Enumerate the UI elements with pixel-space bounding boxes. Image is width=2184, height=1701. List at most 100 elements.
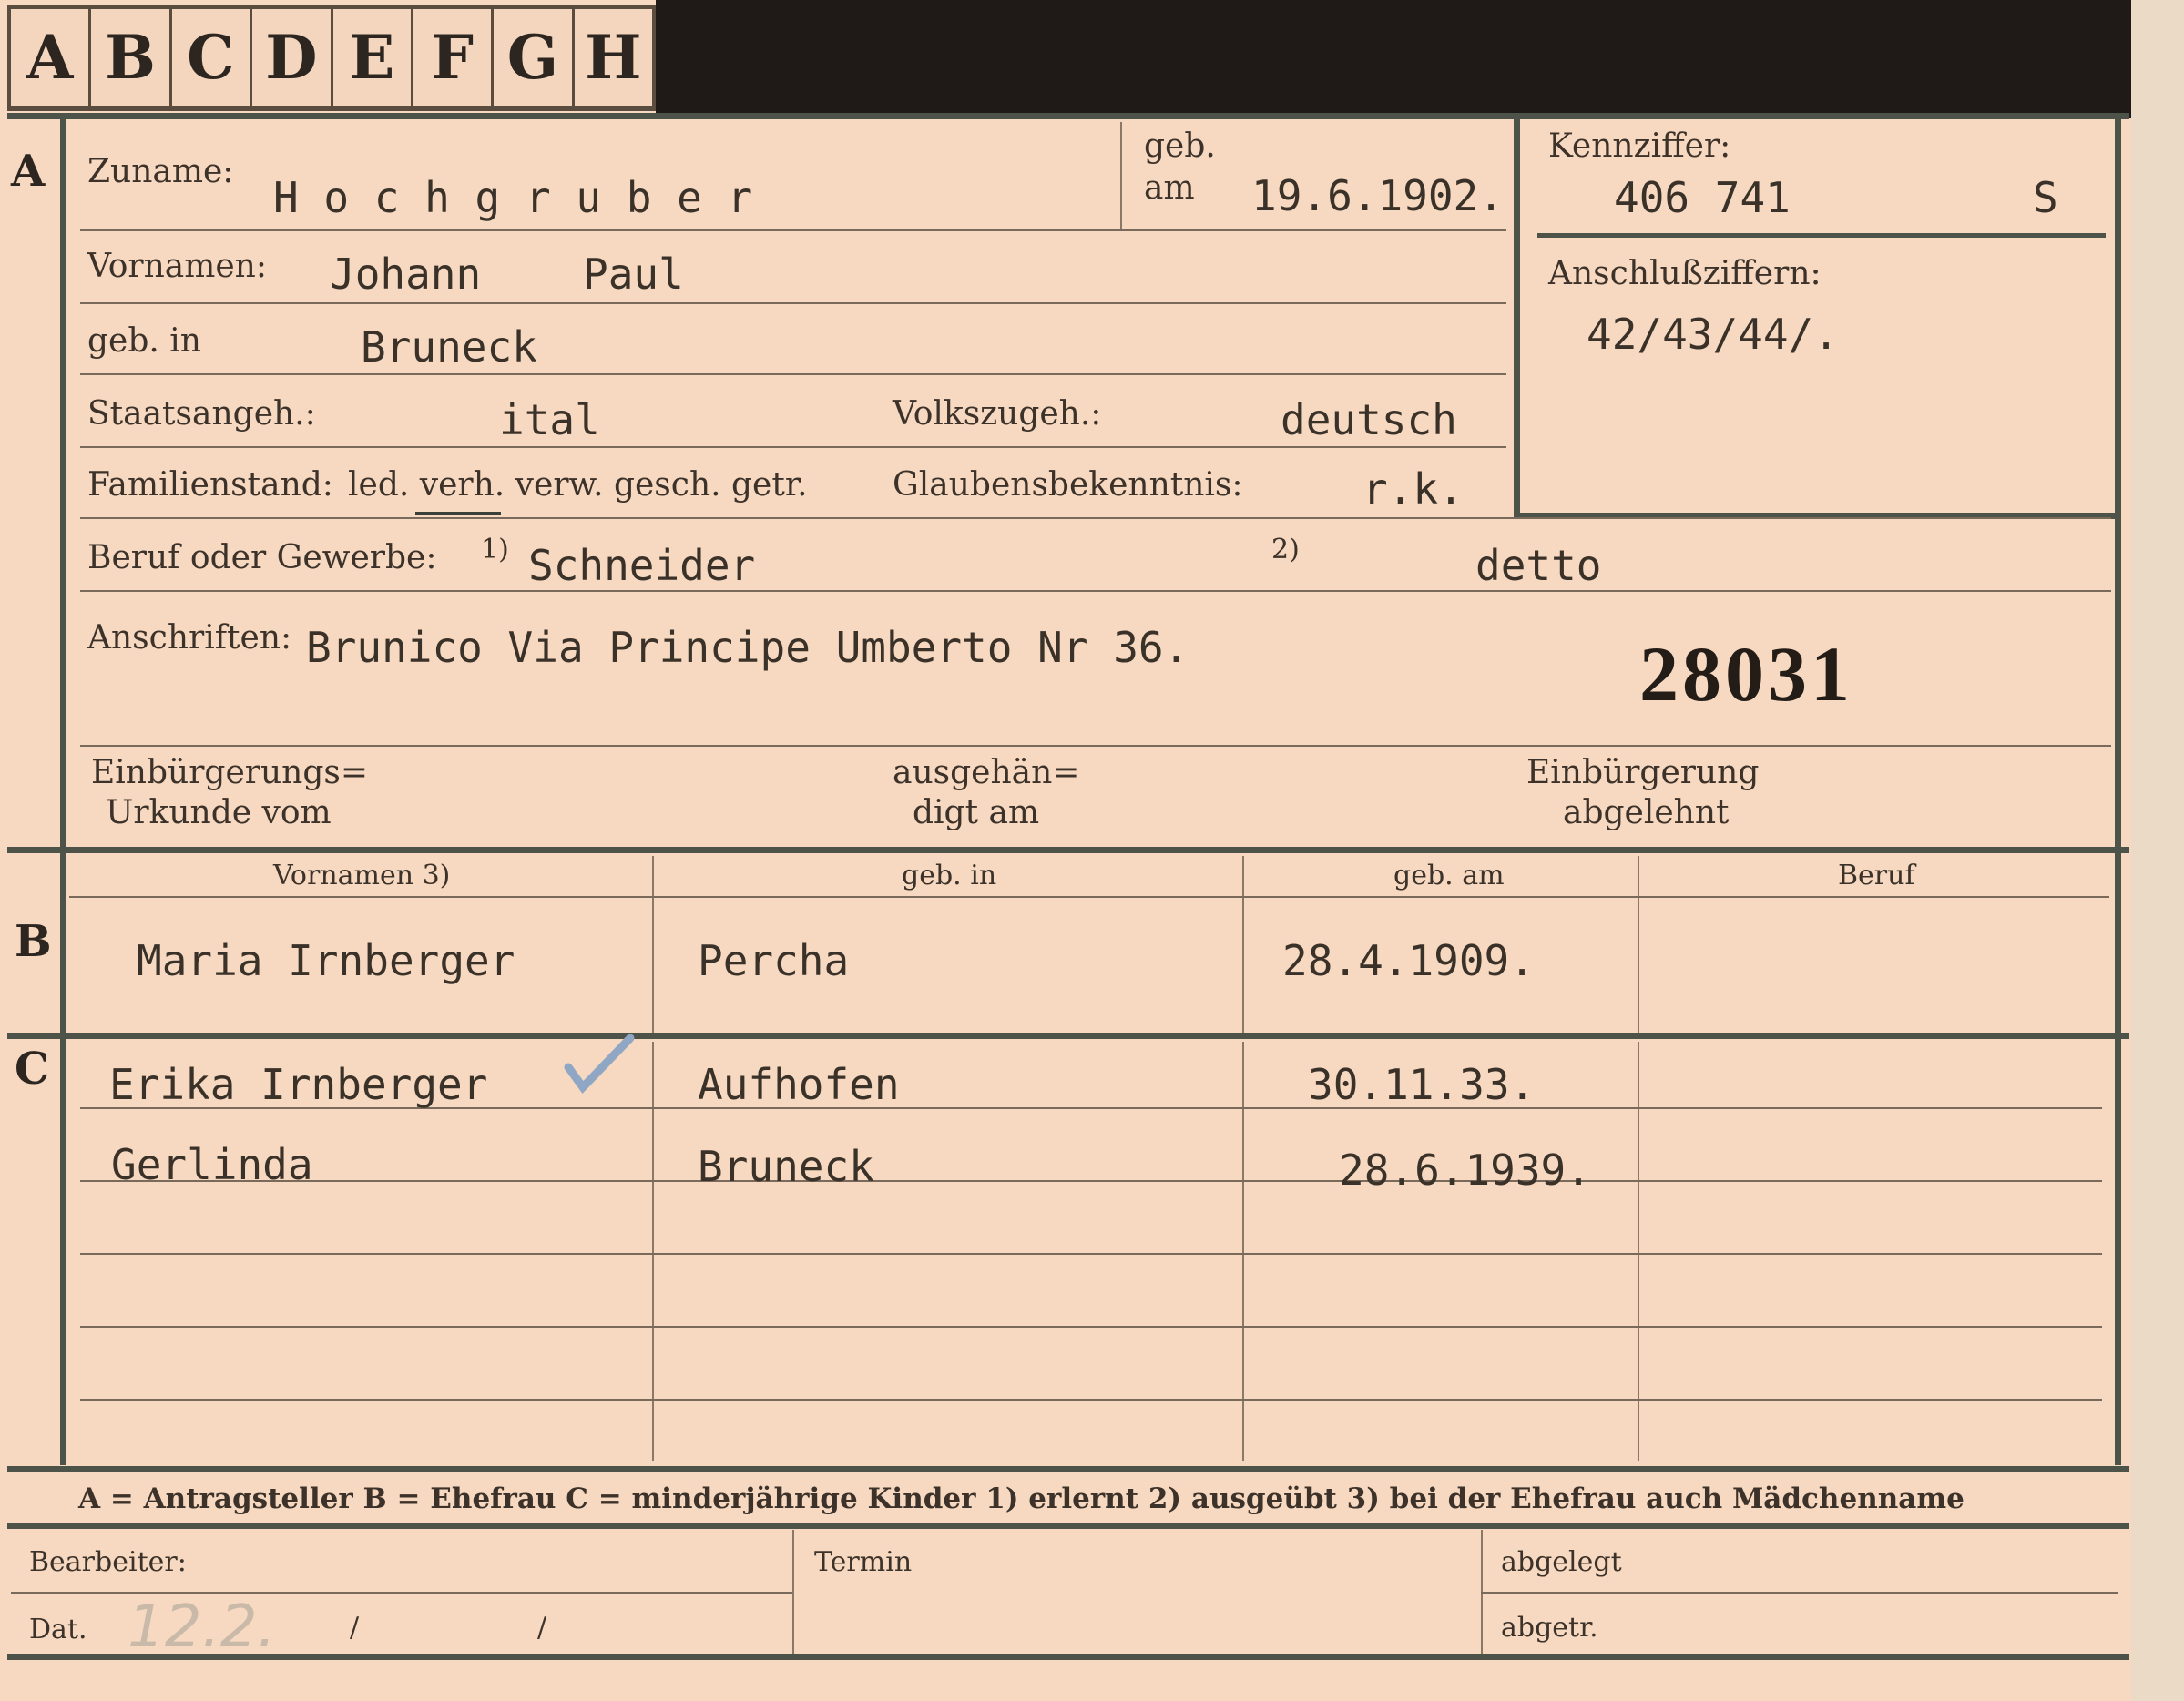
- deadline-label: Termin: [814, 1546, 913, 1578]
- citizenship-value: ital: [499, 395, 600, 444]
- tab-b: B: [91, 9, 172, 106]
- child-1-birthplace: Aufhofen: [698, 1060, 900, 1109]
- stamp-number: 28031: [1639, 630, 1853, 718]
- footer-divider-1: [792, 1530, 794, 1654]
- c-row-rule-5: [80, 1399, 2102, 1401]
- ethnicity-value: deutsch: [1281, 395, 1457, 444]
- legend-top: [7, 1466, 2129, 1472]
- section-b-top: [7, 847, 2129, 853]
- rule-job: [80, 590, 2111, 592]
- naturalization-label-2: Urkunde vom: [106, 794, 332, 831]
- handed-label-2: digt am: [913, 794, 1040, 831]
- tab-h: H: [585, 22, 642, 93]
- filed-label: abgelegt: [1501, 1546, 1622, 1578]
- rule-ident: [1537, 233, 2106, 238]
- given-names-label: Vornamen:: [87, 248, 267, 285]
- born-date: 19.6.1902.: [1251, 171, 1504, 220]
- legend-text: A = Antragsteller B = Ehefrau C = minder…: [78, 1482, 1965, 1515]
- ident-suffix: S: [2033, 173, 2058, 222]
- rule-birthplace: [80, 373, 1506, 375]
- born-label-am: am: [1144, 169, 1195, 207]
- background-right-margin: [2131, 0, 2184, 1701]
- child-2-name: Gerlinda: [111, 1140, 313, 1189]
- job-practiced: detto: [1475, 541, 1602, 590]
- child-2-birthplace: Bruneck: [698, 1142, 874, 1191]
- rejected-label-1: Einbürgerung: [1526, 754, 1760, 791]
- born-label-geb: geb.: [1144, 127, 1216, 165]
- tab-d: D: [252, 9, 333, 106]
- ident-value: 406 741: [1614, 173, 1791, 222]
- dark-background-top: [656, 0, 2184, 118]
- ident-box-left: [1514, 118, 1520, 519]
- handed-label-1: ausgehän=: [893, 754, 1080, 791]
- child-2-birthdate: 28.6.1939.: [1339, 1146, 1591, 1195]
- b-col-date: geb. am: [1393, 860, 1505, 891]
- frame-left-inner: [60, 113, 66, 1465]
- c-row-rule-4: [80, 1326, 2102, 1328]
- wife-name: Maria Irnberger: [137, 936, 515, 985]
- surname-label: Zuname:: [87, 153, 234, 190]
- job-learned: Schneider: [528, 541, 756, 590]
- job-note-1: 1): [481, 534, 509, 565]
- frame-right: [2115, 113, 2121, 1465]
- tab-c: C: [172, 9, 253, 106]
- birthplace-label: geb. in: [87, 322, 201, 360]
- naturalization-label-1: Einbürgerungs=: [91, 754, 369, 791]
- clerk-label: Bearbeiter:: [29, 1546, 187, 1578]
- job-label: Beruf oder Gewerbe:: [87, 539, 437, 576]
- wife-birthdate: 28.4.1909.: [1282, 936, 1535, 985]
- footer-bottom: [7, 1654, 2129, 1660]
- rule-family: [80, 517, 2111, 519]
- section-c-marker: C: [15, 1044, 50, 1095]
- family-status-label: Familienstand:: [87, 466, 333, 504]
- birthplace-value: Bruneck: [361, 322, 537, 372]
- checkmark-icon: [564, 1034, 635, 1094]
- b-col-given: Vornamen 3): [273, 860, 451, 891]
- given-name-1: Johann: [330, 250, 482, 299]
- given-name-2: Paul: [583, 250, 684, 299]
- date-handwritten: 12.2.: [128, 1594, 276, 1661]
- b-col-divider-3: [1638, 856, 1639, 1033]
- c-col-divider-1: [652, 1042, 654, 1461]
- child-1-name: Erika Irnberger: [109, 1060, 488, 1109]
- section-b-marker: B: [15, 916, 52, 967]
- religion-label: Glaubensbekenntnis:: [893, 466, 1243, 504]
- surname-divider: [1120, 122, 1122, 231]
- b-col-divider-2: [1242, 856, 1244, 1033]
- date-slash-2: /: [537, 1612, 547, 1644]
- tab-g: G: [494, 9, 575, 106]
- family-status-options: led. verh. verw. gesch. getr.: [348, 466, 808, 504]
- footer-filed-rule: [1481, 1592, 2118, 1594]
- ethnicity-label: Volkszugeh.:: [893, 395, 1102, 433]
- b-header-rule: [69, 896, 2109, 898]
- index-tabs: A B C D E F G H: [7, 5, 656, 111]
- rule-citizenship: [80, 446, 1506, 448]
- tab-a: A: [11, 9, 92, 106]
- b-col-place: geb. in: [902, 860, 997, 891]
- date-label: Dat.: [29, 1614, 87, 1645]
- c-col-divider-3: [1638, 1042, 1639, 1461]
- family-status-underline-verh: [415, 512, 501, 515]
- rejected-label-2: abgelehnt: [1563, 794, 1730, 831]
- footer-top: [7, 1523, 2129, 1529]
- c-row-rule-3: [80, 1253, 2102, 1255]
- address-label: Anschriften:: [87, 619, 292, 657]
- rule-surname: [80, 229, 1506, 231]
- rule-address: [80, 745, 2111, 747]
- c-row-rule-2: [80, 1180, 2102, 1182]
- addon-label: Anschlußziffern:: [1548, 255, 1822, 292]
- ident-label: Kennziffer:: [1548, 127, 1731, 165]
- removed-label: abgetr.: [1501, 1612, 1598, 1644]
- child-1-birthdate: 30.11.33.: [1308, 1060, 1536, 1109]
- surname-value: H o c h g r u b e r: [273, 173, 753, 222]
- c-col-divider-2: [1242, 1042, 1244, 1461]
- frame-top: [7, 113, 2129, 119]
- addon-value: 42/43/44/.: [1587, 310, 1839, 359]
- address-value: Brunico Via Principe Umberto Nr 36.: [306, 623, 1189, 672]
- tab-e: E: [333, 9, 413, 106]
- section-a-marker: A: [11, 146, 46, 197]
- wife-birthplace: Percha: [698, 936, 850, 985]
- religion-value: r.k.: [1362, 464, 1464, 514]
- date-slash-1: /: [350, 1612, 360, 1644]
- b-col-divider-1: [652, 856, 654, 1033]
